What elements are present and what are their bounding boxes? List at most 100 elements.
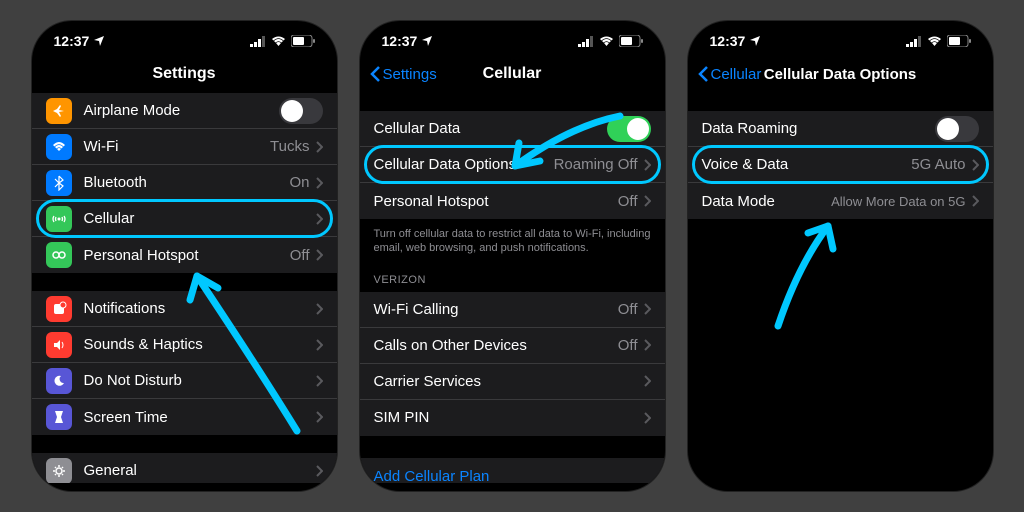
row-data-options[interactable]: Cellular Data Options Roaming Off — [360, 147, 665, 183]
data-options-screen: 12:37 Cellular Cellular Data Options Dat… — [688, 21, 993, 491]
row-cellular[interactable]: Cellular — [32, 201, 337, 237]
chevron-icon — [972, 159, 979, 171]
page-title: Cellular Data Options — [764, 66, 917, 83]
row-label: Notifications — [84, 300, 316, 317]
back-label: Settings — [383, 66, 437, 83]
bluetooth-icon — [46, 170, 72, 196]
row-label: Bluetooth — [84, 174, 290, 191]
row-sim-pin[interactable]: SIM PIN — [360, 400, 665, 436]
roaming-toggle[interactable] — [935, 116, 979, 142]
row-cellular-data[interactable]: Cellular Data — [360, 111, 665, 147]
row-general[interactable]: General — [32, 453, 337, 483]
status-time: 12:37 — [382, 33, 418, 49]
nav-bar: Settings — [32, 55, 337, 93]
chevron-icon — [316, 303, 323, 315]
row-value: Off — [618, 193, 638, 210]
row-value: Off — [290, 247, 310, 264]
row-value: 5G Auto — [911, 156, 965, 173]
row-value: Tucks — [270, 138, 309, 155]
chevron-icon — [644, 303, 651, 315]
row-label: Personal Hotspot — [374, 193, 618, 210]
back-button[interactable]: Cellular — [698, 66, 762, 83]
battery-icon — [619, 35, 643, 47]
row-label: Carrier Services — [374, 373, 644, 390]
row-label: Cellular Data Options — [374, 156, 554, 173]
chevron-icon — [316, 213, 323, 225]
row-label: Calls on Other Devices — [374, 337, 618, 354]
row-label: Sounds & Haptics — [84, 336, 316, 353]
row-label: Cellular Data — [374, 120, 607, 137]
cellular-icon — [46, 206, 72, 232]
row-label: Do Not Disturb — [84, 372, 316, 389]
row-screentime[interactable]: Screen Time — [32, 399, 337, 435]
row-carrier-services[interactable]: Carrier Services — [360, 364, 665, 400]
row-data-roaming[interactable]: Data Roaming — [688, 111, 993, 147]
row-value: Off — [618, 337, 638, 354]
row-label: Data Mode — [702, 193, 832, 210]
location-icon — [749, 35, 761, 47]
cellular-data-toggle[interactable] — [607, 116, 651, 142]
row-label: Data Roaming — [702, 120, 935, 137]
nav-bar: Settings Cellular — [360, 55, 665, 93]
chevron-icon — [316, 411, 323, 423]
footer-text: Turn off cellular data to restrict all d… — [360, 219, 665, 256]
back-label: Cellular — [711, 66, 762, 83]
wifi-icon — [46, 134, 72, 160]
row-dnd[interactable]: Do Not Disturb — [32, 363, 337, 399]
signal-icon — [250, 36, 266, 47]
back-button[interactable]: Settings — [370, 66, 437, 83]
row-other-devices[interactable]: Calls on Other Devices Off — [360, 328, 665, 364]
wifi-icon — [927, 36, 942, 47]
row-voice-data[interactable]: Voice & Data 5G Auto — [688, 147, 993, 183]
row-label: Screen Time — [84, 409, 316, 426]
battery-icon — [947, 35, 971, 47]
row-hotspot[interactable]: Personal Hotspot Off — [32, 237, 337, 273]
location-icon — [421, 35, 433, 47]
row-value: Off — [618, 301, 638, 318]
status-bar: 12:37 — [688, 21, 993, 55]
row-label: SIM PIN — [374, 409, 644, 426]
chevron-icon — [316, 141, 323, 153]
row-sounds[interactable]: Sounds & Haptics — [32, 327, 337, 363]
status-time: 12:37 — [54, 33, 90, 49]
row-label: General — [84, 462, 316, 479]
location-icon — [93, 35, 105, 47]
airplane-toggle[interactable] — [279, 98, 323, 124]
row-label: Cellular — [84, 210, 316, 227]
chevron-icon — [644, 375, 651, 387]
chevron-icon — [316, 339, 323, 351]
row-label: Airplane Mode — [84, 102, 279, 119]
row-airplane[interactable]: Airplane Mode — [32, 93, 337, 129]
notifications-icon — [46, 296, 72, 322]
battery-icon — [291, 35, 315, 47]
hotspot-icon — [46, 242, 72, 268]
status-bar: 12:37 — [360, 21, 665, 55]
status-bar: 12:37 — [32, 21, 337, 55]
sounds-icon — [46, 332, 72, 358]
add-cellular-plan[interactable]: Add Cellular Plan — [360, 458, 665, 483]
wifi-icon — [271, 36, 286, 47]
cellular-screen: 12:37 Settings Cellular Cellular Data Ce… — [360, 21, 665, 491]
chevron-icon — [316, 177, 323, 189]
row-data-mode[interactable]: Data Mode Allow More Data on 5G — [688, 183, 993, 219]
chevron-icon — [644, 339, 651, 351]
page-title: Cellular — [483, 65, 542, 83]
row-value: On — [289, 174, 309, 191]
row-label: Wi-Fi — [84, 138, 271, 155]
chevron-icon — [644, 412, 651, 424]
page-title: Settings — [152, 65, 215, 83]
chevron-icon — [316, 375, 323, 387]
status-time: 12:37 — [710, 33, 746, 49]
signal-icon — [578, 36, 594, 47]
row-wifi-calling[interactable]: Wi-Fi Calling Off — [360, 292, 665, 328]
row-label: Wi-Fi Calling — [374, 301, 618, 318]
general-icon — [46, 458, 72, 484]
row-notifications[interactable]: Notifications — [32, 291, 337, 327]
row-wifi[interactable]: Wi-Fi Tucks — [32, 129, 337, 165]
chevron-icon — [316, 249, 323, 261]
row-hotspot[interactable]: Personal Hotspot Off — [360, 183, 665, 219]
carrier-header: VERIZON — [360, 256, 665, 292]
row-bluetooth[interactable]: Bluetooth On — [32, 165, 337, 201]
chevron-icon — [644, 195, 651, 207]
screentime-icon — [46, 404, 72, 430]
